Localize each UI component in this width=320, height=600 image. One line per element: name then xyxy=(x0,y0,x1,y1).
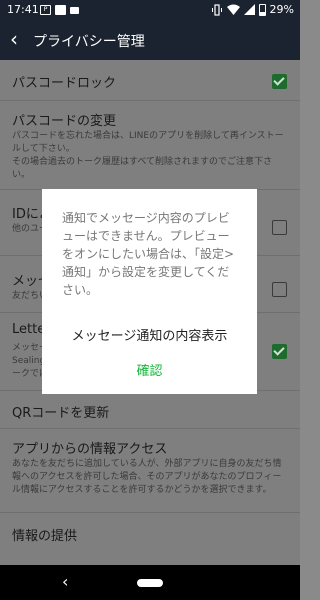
nav-back-icon[interactable]: ‹ xyxy=(62,572,68,591)
app-header: ‹ プライバシー管理 xyxy=(0,20,300,60)
passcode-lock-checkbox[interactable] xyxy=(272,74,287,89)
home-pill-icon[interactable] xyxy=(137,579,163,587)
passcode-change-desc: パスコードを忘れた場合は、LINEのアプリを削除して再インストールして下さい。 … xyxy=(12,131,284,180)
divider xyxy=(0,428,300,429)
status-time: 17:41 xyxy=(7,3,39,16)
battery-icon xyxy=(258,3,266,16)
info-provision-title[interactable]: 情報の提供 xyxy=(12,525,77,544)
passcode-lock-title: パスコードロック xyxy=(12,76,117,91)
video-icon xyxy=(70,7,79,14)
confirm-button[interactable]: 確認 xyxy=(42,360,257,379)
qr-code-update-title[interactable]: QRコードを更新 xyxy=(12,402,109,421)
dialog-message: 通知でメッセージ内容のプレビューはできません。プレビューをオンにしたい場合は、「… xyxy=(62,211,235,297)
divider xyxy=(0,512,300,513)
app-access-title[interactable]: アプリからの情報アクセス xyxy=(12,438,167,457)
page-title: プライバシー管理 xyxy=(33,34,145,50)
passcode-change-title[interactable]: パスコードの変更 xyxy=(12,110,116,129)
system-nav-bar: ‹ xyxy=(0,565,300,600)
signal-icon xyxy=(243,4,255,15)
status-bar: 17:41 P 29% xyxy=(0,0,300,20)
c-app-icon xyxy=(55,5,66,15)
vibrate-icon xyxy=(211,3,222,16)
status-right: 29% xyxy=(211,3,294,16)
pay-icon: P xyxy=(40,5,51,15)
dialog-heading: メッセージ通知の内容表示 xyxy=(71,329,228,344)
divider xyxy=(0,100,300,101)
message-reject-checkbox[interactable] xyxy=(272,282,287,297)
notification-preview-dialog: 通知でメッセージ内容のプレビューはできません。プレビューをオンにしたい場合は、「… xyxy=(42,189,257,394)
wifi-icon xyxy=(226,4,240,15)
id-search-checkbox[interactable] xyxy=(272,220,287,235)
battery-percent: 29% xyxy=(269,3,294,16)
letter-sealing-checkbox[interactable] xyxy=(272,344,287,359)
chevron-left-icon[interactable]: ‹ xyxy=(10,27,18,51)
app-access-desc: あなたを友だちに追加している人が、外部アプリに自身の友だち情報へのアクセスを許可… xyxy=(12,459,282,495)
